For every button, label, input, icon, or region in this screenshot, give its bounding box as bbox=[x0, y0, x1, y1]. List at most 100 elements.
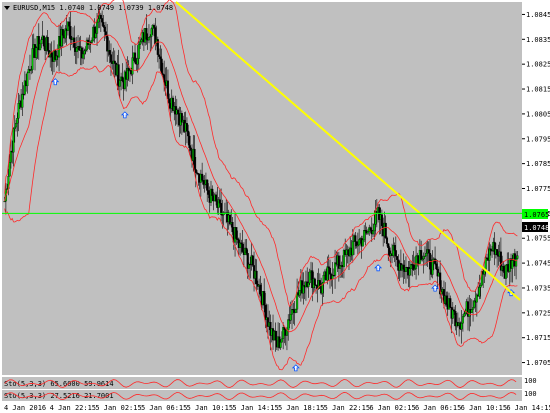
candle-body bbox=[240, 242, 243, 245]
current-price-label: 1.0748 bbox=[522, 222, 549, 232]
candle-body bbox=[185, 123, 188, 132]
main-plot-area[interactable] bbox=[2, 2, 522, 375]
symbol-info: EURUSD,M15 1.0740 1.0749 1.0739 1.0748 bbox=[13, 4, 173, 12]
candle-body bbox=[496, 249, 499, 256]
candle-body bbox=[39, 43, 42, 51]
price-tick-label: 1.0705 bbox=[526, 359, 550, 367]
candle-body bbox=[470, 309, 473, 313]
header-info: EURUSD,M15 1.0740 1.0749 1.0739 1.0748 bbox=[4, 4, 173, 12]
candle-body bbox=[287, 319, 290, 331]
current-price-value: 1.0748 bbox=[524, 224, 549, 232]
candle-body bbox=[202, 180, 205, 185]
candle-body bbox=[435, 263, 438, 270]
candle-body bbox=[159, 56, 162, 60]
candle-body bbox=[294, 308, 297, 313]
candle-body bbox=[460, 322, 463, 330]
candle-body bbox=[434, 258, 437, 264]
candle-body bbox=[393, 244, 396, 251]
candle-body bbox=[449, 298, 452, 308]
candle-body bbox=[339, 265, 342, 269]
candle-body bbox=[168, 98, 171, 104]
chart-canvas[interactable]: EURUSD,M15 1.0740 1.0749 1.0739 1.0748 1… bbox=[0, 0, 550, 413]
candle-body bbox=[133, 52, 137, 63]
candle-body bbox=[102, 22, 105, 28]
candle-body bbox=[136, 58, 139, 65]
candle-body bbox=[358, 239, 361, 246]
candle-body bbox=[6, 188, 9, 190]
candle-body bbox=[61, 29, 64, 36]
candle-body bbox=[160, 58, 163, 74]
stochastic-1-max: 100 bbox=[524, 377, 537, 385]
hline-price-value: 1.0765 bbox=[524, 211, 549, 219]
time-tick-label: 5 Jan 06:15 bbox=[141, 404, 187, 412]
candle-body bbox=[220, 203, 223, 215]
chart-window[interactable]: EURUSD,M15 1.0740 1.0749 1.0739 1.0748 1… bbox=[0, 0, 550, 413]
candle-body bbox=[463, 313, 466, 317]
candle-body bbox=[137, 44, 140, 59]
stochastic-2-label: Sto(5,3,3) 27.5216 21.7001 bbox=[4, 392, 114, 400]
candle-body bbox=[113, 60, 116, 64]
price-tick-label: 1.0725 bbox=[526, 309, 550, 317]
candle-body bbox=[413, 268, 416, 270]
candle-body bbox=[139, 41, 142, 45]
candle-body bbox=[504, 264, 508, 279]
candle-body bbox=[40, 39, 43, 45]
candle-body bbox=[478, 287, 481, 297]
time-tick-label: 5 Jan 02:15 bbox=[95, 404, 141, 412]
candle-body bbox=[516, 255, 519, 259]
candle-body bbox=[259, 284, 262, 295]
candle-body bbox=[140, 39, 143, 42]
candle-body bbox=[17, 103, 20, 119]
candle-body bbox=[97, 18, 100, 23]
candle-body bbox=[363, 230, 366, 241]
candle-body bbox=[31, 48, 34, 70]
candle-body bbox=[488, 248, 491, 261]
candle-body bbox=[245, 247, 248, 254]
candle-body bbox=[101, 18, 104, 23]
candle-body bbox=[366, 231, 370, 234]
candle-body bbox=[215, 194, 218, 202]
candle-body bbox=[322, 275, 325, 284]
price-tick-label: 1.0805 bbox=[526, 110, 550, 118]
candle-body bbox=[235, 227, 238, 239]
candle-body bbox=[354, 235, 357, 242]
candle-body bbox=[279, 342, 282, 348]
hline-price-label: 1.0765 bbox=[522, 209, 549, 219]
candle-body bbox=[373, 224, 376, 232]
candle-body bbox=[384, 222, 387, 238]
candle-body bbox=[479, 285, 482, 288]
time-tick-label: 6 Jan 06:15 bbox=[415, 404, 461, 412]
time-axis: 4 Jan 2016 4 Jan 22:15 5 Jan 02:15 5 Jan 06… bbox=[4, 404, 550, 412]
candle-body bbox=[12, 128, 15, 153]
candle-body bbox=[207, 190, 210, 195]
candle-body bbox=[177, 109, 180, 115]
candle-body bbox=[380, 214, 383, 227]
candle-body bbox=[83, 50, 86, 55]
candle-body bbox=[96, 21, 99, 34]
candle-body bbox=[145, 28, 148, 40]
candle-body bbox=[152, 25, 156, 28]
time-tick-label: 5 Jan 14:15 bbox=[232, 404, 278, 412]
candle-body bbox=[408, 268, 411, 276]
candle-body bbox=[150, 28, 153, 37]
candle-body bbox=[8, 162, 11, 177]
candle-body bbox=[69, 26, 72, 40]
candle-body bbox=[263, 291, 266, 306]
candle-body bbox=[425, 253, 428, 257]
candle-body bbox=[106, 35, 109, 52]
time-tick-label: 5 Jan 10:15 bbox=[187, 404, 233, 412]
time-tick-label: 5 Jan 22:15 bbox=[324, 404, 370, 412]
candle-body bbox=[35, 47, 38, 58]
candle-body bbox=[328, 267, 332, 275]
time-tick-label: 4 Jan 22:15 bbox=[50, 404, 96, 412]
time-tick-label: 6 Jan 02:15 bbox=[369, 404, 415, 412]
candle-body bbox=[75, 47, 78, 52]
candle-body bbox=[99, 14, 102, 19]
candle-body bbox=[194, 169, 197, 173]
price-tick-label: 1.0715 bbox=[526, 334, 550, 342]
candle-body bbox=[280, 338, 283, 343]
candle-body bbox=[415, 255, 418, 269]
candle-body bbox=[251, 255, 254, 266]
price-tick-label: 1.0775 bbox=[526, 185, 550, 193]
candle-body bbox=[46, 36, 49, 51]
